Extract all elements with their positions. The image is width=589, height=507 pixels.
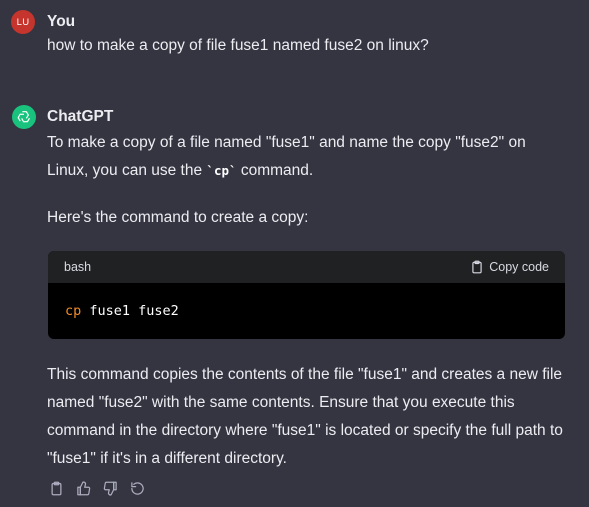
assistant-paragraph-2: Here's the command to create a copy: bbox=[47, 209, 309, 226]
thumbs-down-icon bbox=[103, 481, 117, 496]
code-command-keyword: cp bbox=[65, 303, 82, 319]
copy-code-button[interactable]: Copy code bbox=[470, 260, 549, 274]
user-message-text: how to make a copy of file fuse1 named f… bbox=[47, 37, 429, 54]
assistant-paragraph-1: To make a copy of a file named "fuse1" a… bbox=[47, 129, 567, 185]
thumbs-up-icon bbox=[76, 480, 90, 495]
code-command-arguments: fuse1 fuse2 bbox=[81, 303, 179, 319]
copy-message-button[interactable] bbox=[48, 480, 64, 496]
code-language-label: bash bbox=[64, 260, 92, 274]
clipboard-icon bbox=[51, 481, 61, 495]
copy-code-label: Copy code bbox=[489, 260, 549, 274]
user-avatar: LU bbox=[11, 10, 35, 34]
inline-code-cp: `cp` bbox=[206, 163, 237, 178]
assistant-paragraph-3: This command copies the contents of the … bbox=[47, 366, 563, 467]
user-author-name: You bbox=[47, 13, 76, 30]
message-actions bbox=[48, 480, 145, 496]
thumbs-up-button[interactable] bbox=[75, 480, 91, 496]
code-block: bash Copy code cp fuse1 fuse2 bbox=[48, 251, 565, 339]
chatgpt-avatar bbox=[12, 105, 36, 129]
code-block-header: bash Copy code bbox=[48, 251, 565, 283]
assistant-author-name: ChatGPT bbox=[47, 108, 114, 125]
clipboard-icon bbox=[472, 260, 482, 274]
openai-logo-icon bbox=[17, 111, 30, 123]
code-content: cp fuse1 fuse2 bbox=[48, 283, 565, 339]
regenerate-button[interactable] bbox=[129, 480, 145, 496]
regenerate-icon bbox=[130, 481, 144, 495]
thumbs-down-button[interactable] bbox=[102, 480, 118, 496]
paragraph-1-text-after: command. bbox=[236, 162, 314, 179]
